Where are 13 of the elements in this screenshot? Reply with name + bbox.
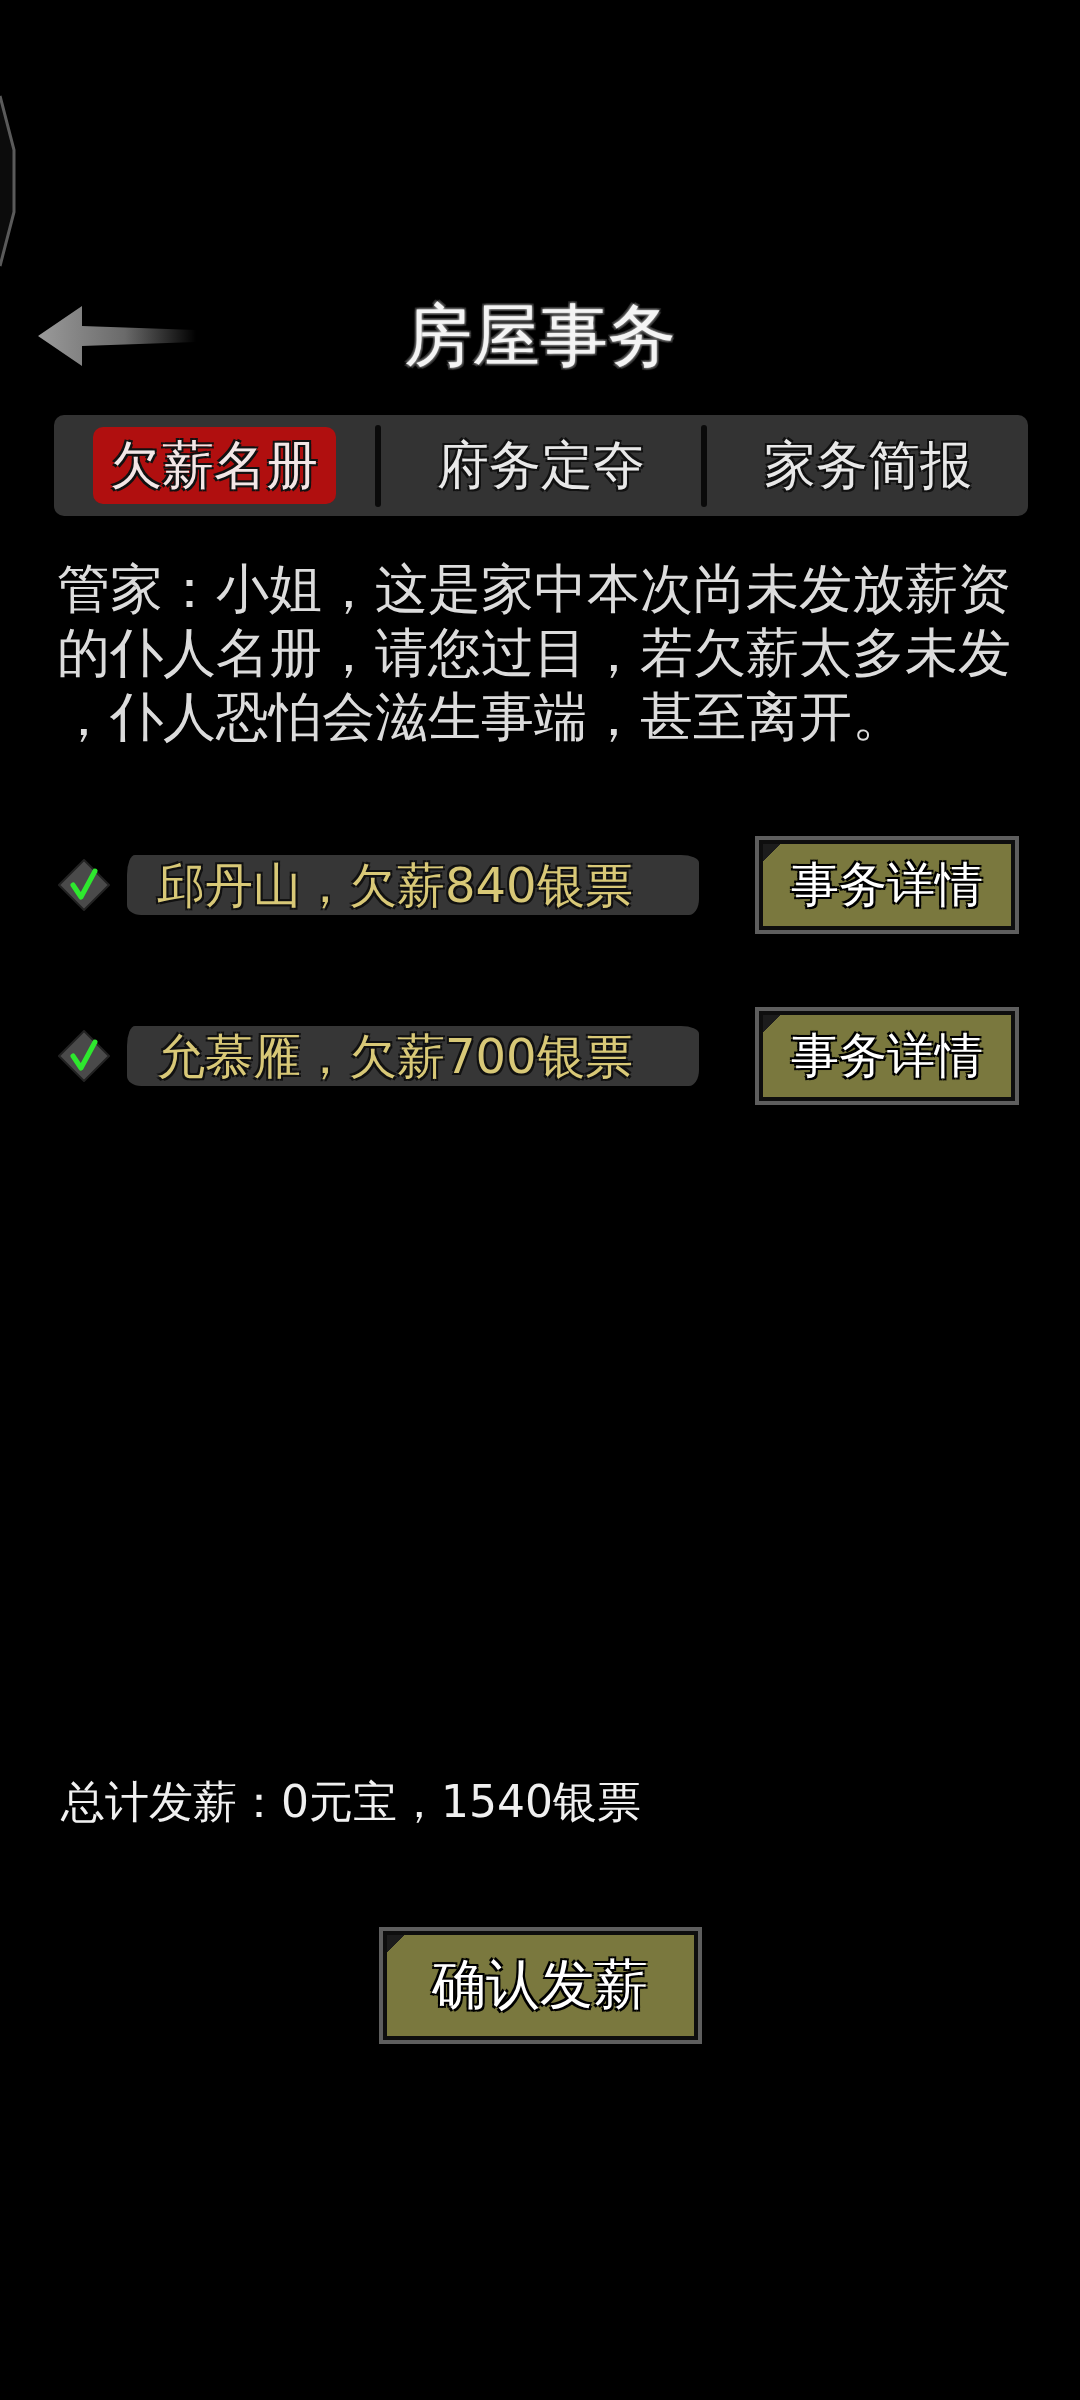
tab[interactable]: 欠薪名册 <box>92 427 336 504</box>
confirm-salary-button[interactable]: 确认发薪 <box>378 1927 702 2044</box>
page-title: 房屋事务 <box>404 298 676 374</box>
total-salary-text: 总计发薪：0元宝，1540银票 <box>61 1776 642 1828</box>
salary-debt-label: 邱丹山，欠薪840银票 <box>127 855 699 915</box>
checkbox[interactable] <box>58 859 110 911</box>
butler-message: 管家：小姐，这是家中本次尚未发放薪资的仆人名册，请您过目，若欠薪太多未发，仆人恐怕会滋生事端，甚至离开。 <box>57 557 1012 749</box>
details-button[interactable]: 事务详情 <box>755 836 1019 934</box>
checkbox[interactable] <box>58 1030 110 1082</box>
tab[interactable]: 府务定夺 <box>419 427 663 504</box>
salary-debt-label: 允慕雁，欠薪700银票 <box>127 1026 699 1086</box>
details-button[interactable]: 事务详情 <box>755 1007 1019 1105</box>
tab[interactable]: 家务简报 <box>746 427 990 504</box>
